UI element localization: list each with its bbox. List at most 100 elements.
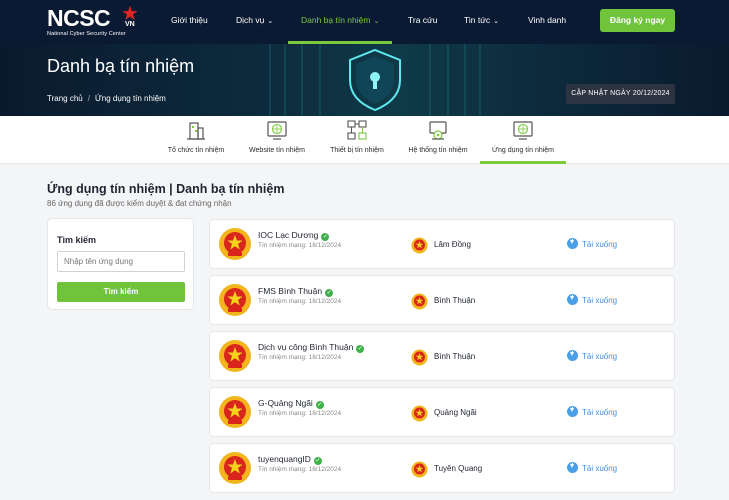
verified-check-icon: ✓ [313,457,322,465]
national-emblem-icon [219,340,251,372]
search-button[interactable]: Tìm kiếm [57,282,185,302]
app-name: FMS Bình Thuận ✓ [258,286,334,297]
download-label: Tải xuống [582,240,618,249]
verified-check-icon: ✓ [325,289,334,297]
system-icon [429,121,447,140]
building-icon [187,122,205,140]
breadcrumb: Trang chủ / Ứng dụng tín nhiệm [47,94,166,103]
tab-label: Hệ thống tín nhiệm [408,147,468,154]
national-emblem-icon [219,452,251,484]
app-name-text[interactable]: FMS Bình Thuận [258,286,322,296]
national-emblem-icon [219,396,251,428]
top-navbar: NCSC ★ VN National Cyber Security Center… [0,0,729,44]
device-icon [347,120,367,140]
province-name: Quảng Ngãi [434,408,477,417]
breadcrumb-current: Ứng dụng tín nhiệm [94,94,166,103]
nav-label: Giới thiệu [171,15,208,25]
nav-item-danh-ba[interactable]: Danh bạ tín nhiệm ⌄ [301,0,379,44]
download-label: Tải xuống [582,352,618,361]
app-name: IOC Lạc Dương ✓ [258,230,330,241]
national-emblem-icon [219,284,251,316]
download-icon [567,350,578,361]
download-button[interactable]: Tải xuống [567,294,617,305]
nav-item-dich-vu[interactable]: Dịch vụ ⌄ [236,0,273,44]
tab-website[interactable]: Website tín nhiệm [241,116,313,164]
download-label: Tải xuống [582,408,618,417]
chevron-down-icon: ⌄ [493,18,500,25]
nav-label: Dịch vụ [236,15,265,25]
nav-label: Vinh danh [528,15,567,25]
tab-label: Thiết bị tín nhiệm [330,147,384,154]
breadcrumb-home[interactable]: Trang chủ [47,94,83,103]
list-item[interactable]: Dịch vụ công Bình Thuận ✓ Tín nhiệm mạng:… [209,331,675,381]
tab-to-chuc[interactable]: Tổ chức tín nhiệm [161,116,231,164]
logo-subtitle: National Cyber Security Center [47,31,126,37]
app-icon [513,121,533,140]
app-name: tuyenquangID ✓ [258,454,322,465]
list-item[interactable]: FMS Bình Thuận ✓ Tín nhiệm mạng: 18/12/20… [209,275,675,325]
search-label: Tìm kiếm [57,235,97,245]
list-item[interactable]: G-Quảng Ngãi ✓ Tín nhiệm mạng: 18/12/2024… [209,387,675,437]
download-icon [567,294,578,305]
download-button[interactable]: Tải xuống [567,238,617,249]
province-emblem-icon [411,349,428,366]
nav-item-vinh-danh[interactable]: Vinh danh [528,0,566,44]
province-emblem-icon [411,293,428,310]
app-name-text[interactable]: Dịch vụ công Bình Thuận [258,342,353,352]
download-button[interactable]: Tải xuống [567,406,617,417]
province-name: Tuyên Quang [434,464,483,473]
tab-label: Website tín nhiệm [249,147,305,154]
nav-label: Tra cứu [408,15,438,25]
verified-check-icon: ✓ [356,345,365,353]
download-button[interactable]: Tải xuống [567,462,617,473]
website-icon [267,121,287,140]
app-name-text[interactable]: IOC Lạc Dương [258,230,318,240]
province-name: Lâm Đồng [434,240,471,249]
tab-he-thong[interactable]: Hệ thống tín nhiệm [403,116,473,164]
download-label: Tải xuống [582,296,618,305]
trust-date: Tín nhiệm mạng: 18/12/2024 [258,466,342,473]
trust-date: Tín nhiệm mạng: 18/12/2024 [258,410,342,417]
register-button[interactable]: Đăng ký ngay [600,9,675,32]
download-button[interactable]: Tải xuống [567,350,617,361]
section-title: Ứng dụng tín nhiệm | Danh bạ tín nhiệm [47,182,285,196]
section-subtitle: 86 ứng dụng đã được kiểm duyệt & đạt chứ… [47,199,232,208]
nav-item-tin-tuc[interactable]: Tin tức ⌄ [464,0,499,44]
app-name: G-Quảng Ngãi ✓ [258,398,324,409]
download-icon [567,238,578,249]
province-name: Bình Thuận [434,296,476,305]
province-emblem-icon [411,461,428,478]
nav-label: Danh bạ tín nhiệm [301,15,371,25]
app-name-text[interactable]: tuyenquangID [258,454,311,464]
category-tabs: Tổ chức tín nhiệm Website tín nhiệm Thiế… [0,116,729,164]
download-icon [567,406,578,417]
verified-check-icon: ✓ [321,233,330,241]
tab-active-indicator [480,161,566,164]
nav-item-tra-cuu[interactable]: Tra cứu [408,0,437,44]
trust-date: Tín nhiệm mạng: 18/12/2024 [258,298,342,305]
page-banner: Danh bạ tín nhiệm Trang chủ / Ứng dụng tín… [0,44,729,116]
update-date-badge: CẬP NHẬT NGÀY 20/12/2024 [566,84,675,104]
ncsc-logo[interactable]: NCSC ★ VN National Cyber Security Center [47,4,147,38]
search-input[interactable] [57,251,185,272]
tab-ung-dung[interactable]: Ứng dụng tín nhiệm [480,116,566,164]
verified-check-icon: ✓ [315,401,324,409]
breadcrumb-separator: / [87,94,90,103]
chevron-down-icon: ⌄ [373,18,380,25]
shield-lock-illustration [269,44,481,116]
province-name: Bình Thuận [434,352,476,361]
download-icon [567,462,578,473]
tab-thiet-bi[interactable]: Thiết bị tín nhiệm [324,116,390,164]
nav-item-gioi-thieu[interactable]: Giới thiệu [171,0,208,44]
trust-date: Tín nhiệm mạng: 18/12/2024 [258,354,342,361]
province-emblem-icon [411,237,428,254]
tab-label: Ứng dụng tín nhiệm [491,147,555,154]
tab-label: Tổ chức tín nhiệm [167,147,225,154]
download-label: Tải xuống [582,464,618,473]
app-name-text[interactable]: G-Quảng Ngãi [258,398,313,408]
search-panel: Tìm kiếm Tìm kiếm [47,218,194,310]
nav-label: Tin tức [464,15,491,25]
province-emblem-icon [411,405,428,422]
list-item[interactable]: tuyenquangID ✓ Tín nhiệm mạng: 18/12/2024… [209,443,675,493]
list-item[interactable]: IOC Lạc Dương ✓ Tín nhiệm mạng: 18/12/202… [209,219,675,269]
